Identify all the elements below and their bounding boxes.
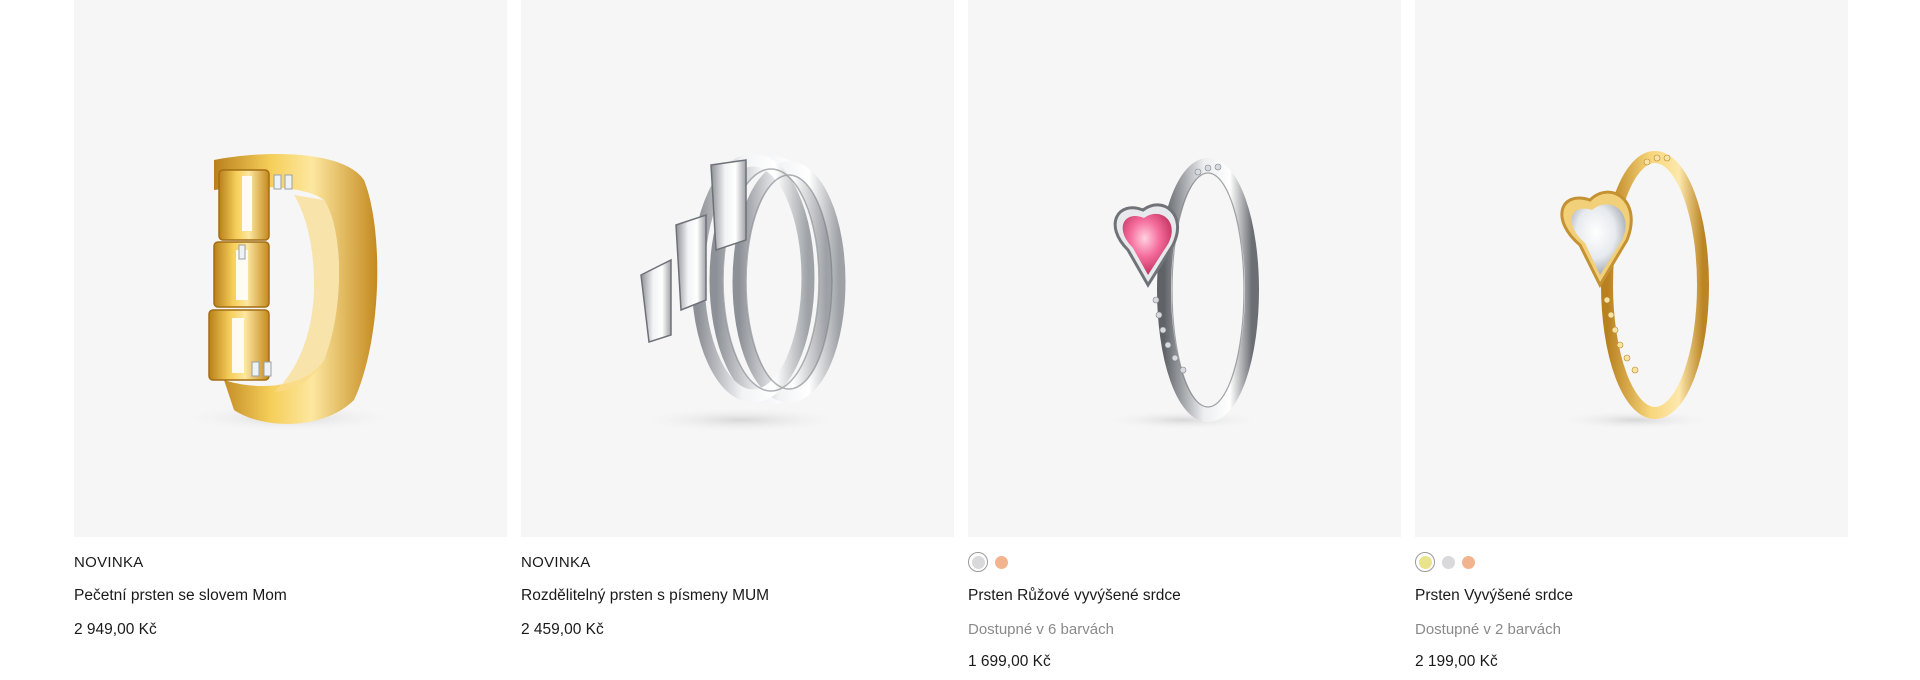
product-card[interactable]: Prsten Vyvýšené srdce Dostupné v 2 barvá… (1415, 0, 1848, 673)
new-badge: NOVINKA (521, 554, 591, 571)
color-swatch[interactable] (1462, 555, 1475, 569)
product-image[interactable] (1415, 0, 1848, 537)
color-swatch[interactable] (995, 555, 1008, 569)
color-swatch-selected[interactable] (968, 552, 988, 572)
product-image[interactable] (521, 0, 954, 537)
product-card[interactable]: NOVINKA Rozdělitelný prsten s písmeny MU… (521, 0, 954, 673)
new-badge: NOVINKA (74, 554, 144, 571)
product-price: 1 699,00 Kč (968, 653, 1051, 670)
color-swatches (968, 551, 1401, 573)
product-image[interactable] (968, 0, 1401, 537)
product-name[interactable]: Prsten Růžové vyvýšené srdce (968, 585, 1401, 607)
product-name[interactable]: Pečetní prsten se slovem Mom (74, 585, 507, 607)
silver-mum-ring-image (636, 153, 846, 433)
available-colors-text: Dostupné v 2 barvách (1415, 621, 1561, 638)
gold-heart-ring-image (1555, 151, 1715, 430)
product-price: 2 199,00 Kč (1415, 653, 1498, 670)
product-image[interactable] (74, 0, 507, 537)
pink-heart-ring-image (1103, 158, 1263, 430)
product-price: 2 949,00 Kč (74, 621, 157, 638)
gold-mom-ring-image (179, 154, 399, 432)
color-swatches (1415, 551, 1848, 573)
product-card[interactable]: Prsten Růžové vyvýšené srdce Dostupné v … (968, 0, 1401, 673)
product-grid: NOVINKA Pečetní prsten se slovem Mom 2 9… (74, 0, 1848, 673)
color-swatch[interactable] (1442, 555, 1455, 569)
product-name[interactable]: Prsten Vyvýšené srdce (1415, 585, 1848, 607)
product-card[interactable]: NOVINKA Pečetní prsten se slovem Mom 2 9… (74, 0, 507, 673)
available-colors-text: Dostupné v 6 barvách (968, 621, 1114, 638)
product-price: 2 459,00 Kč (521, 621, 604, 638)
color-swatch-selected[interactable] (1415, 552, 1435, 572)
product-name[interactable]: Rozdělitelný prsten s písmeny MUM (521, 585, 954, 607)
